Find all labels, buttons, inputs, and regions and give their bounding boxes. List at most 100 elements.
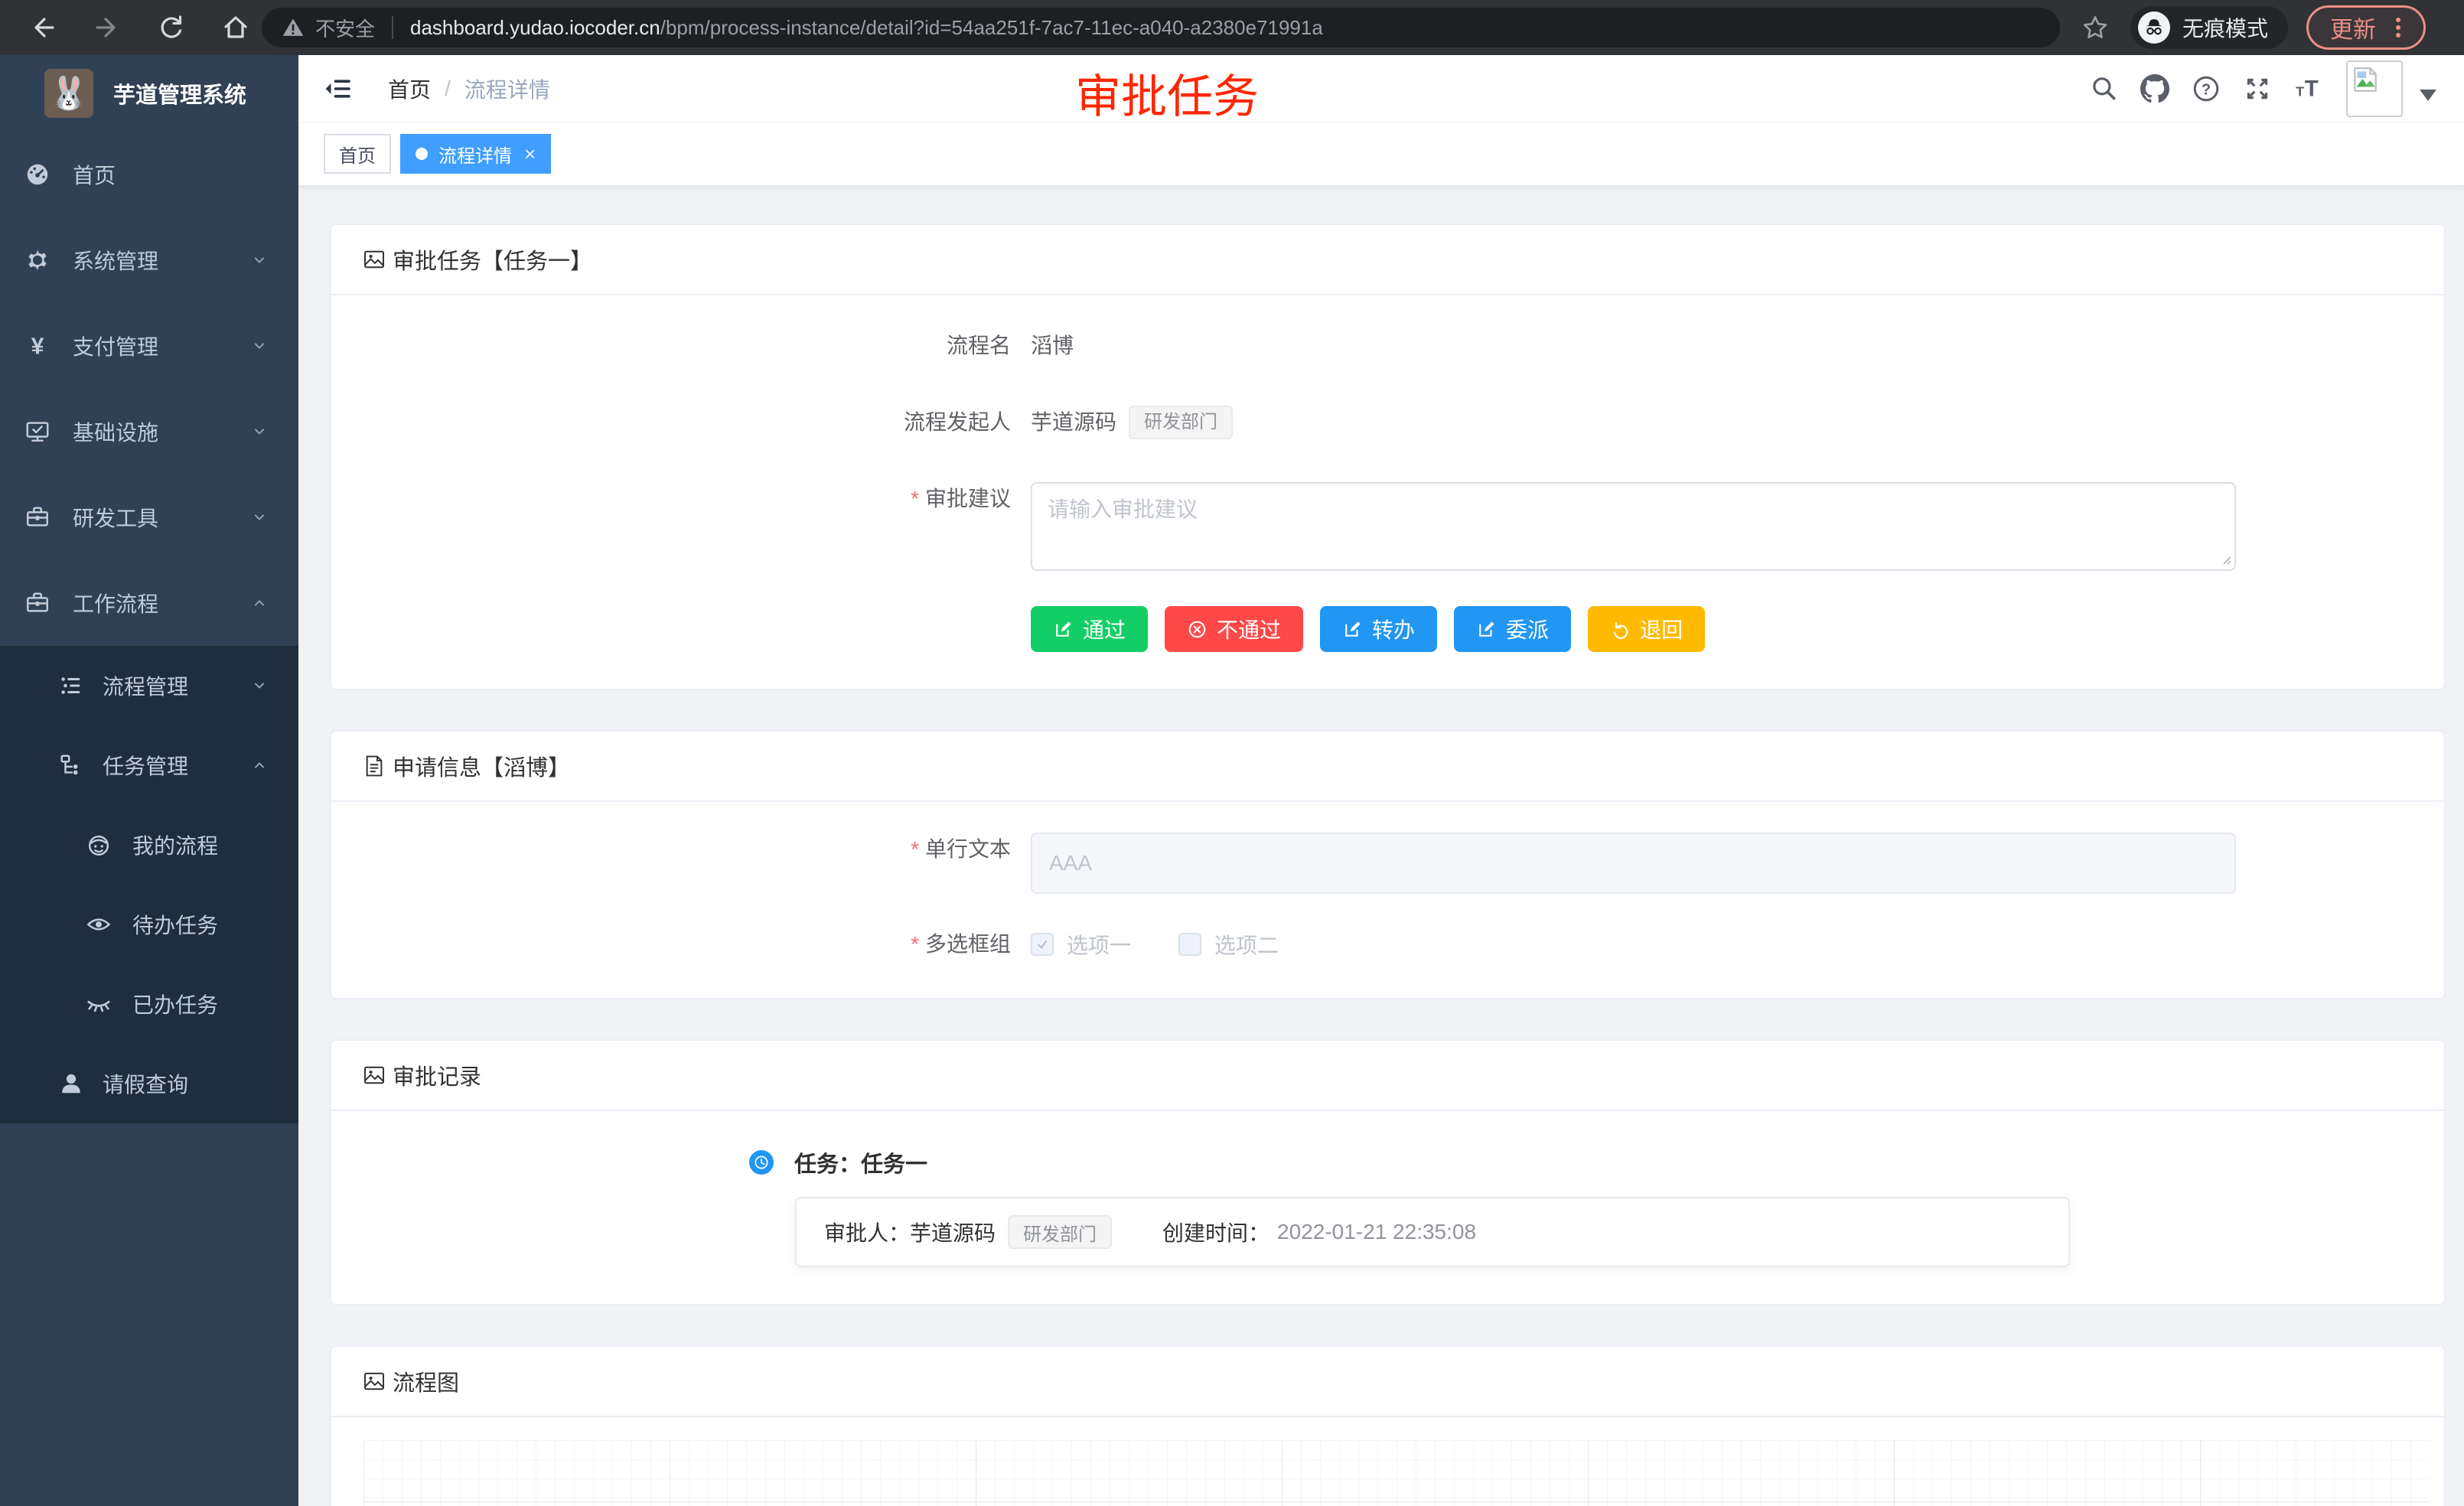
sidebar-item-label: 已办任务 (132, 989, 218, 1019)
org-tree-icon (58, 752, 84, 778)
initiator-label: 流程发起人 (331, 406, 1031, 439)
breadcrumb-home[interactable]: 首页 (388, 73, 431, 104)
checkbox-group: 选项一 选项二 (1031, 927, 1326, 961)
font-size-icon[interactable] (2294, 74, 2323, 103)
approval-record-card-header: 审批记录 (331, 1041, 2444, 1111)
sidebar-item-task-mgmt[interactable]: 任务管理 (0, 725, 298, 805)
document-icon (362, 754, 386, 778)
sidebar-item-home[interactable]: 首页 (0, 132, 298, 217)
sidebar-item-payment[interactable]: 支付管理 (0, 303, 298, 389)
sidebar-item-devtools[interactable]: 研发工具 (0, 474, 298, 560)
sidebar-item-label: 首页 (73, 159, 116, 190)
browser-reload-icon[interactable] (158, 14, 185, 41)
tab-close-icon[interactable]: × (524, 144, 536, 164)
chevron-up-icon (249, 755, 269, 775)
avatar-caret-icon[interactable] (2420, 90, 2436, 101)
sidebar-item-infra[interactable]: 基础设施 (0, 389, 298, 474)
checkbox-label: 选项二 (1214, 929, 1279, 960)
card-title: 流程图 (393, 1365, 459, 1397)
opinion-textarea[interactable] (1031, 482, 2236, 571)
url-path: /bpm/process-instance/detail?id=54aa251f… (660, 16, 1323, 39)
page-url: dashboard.yudao.iocoder.cn/bpm/process-i… (410, 16, 1323, 40)
resize-handle-icon[interactable] (2219, 553, 2231, 565)
flow-chart-card: 流程图 (330, 1345, 2446, 1506)
record-detail-card: 审批人： 芋道源码 研发部门 创建时间： 2022-01-21 22:35:08 (795, 1197, 2070, 1267)
active-tab-dot (416, 148, 428, 160)
checkbox-option-1[interactable]: 选项一 (1031, 929, 1131, 960)
card-title: 申请信息【滔博】 (393, 750, 570, 782)
avatar[interactable] (2346, 60, 2403, 117)
checkbox-label: 选项一 (1067, 929, 1131, 960)
eye-closed-icon (86, 991, 112, 1017)
return-button[interactable]: 退回 (1588, 606, 1705, 652)
approve-button[interactable]: 通过 (1031, 606, 1148, 652)
picture-icon (362, 1063, 386, 1087)
search-icon[interactable] (2089, 74, 2118, 103)
chevron-down-icon (249, 422, 269, 442)
list-tree-icon (58, 673, 84, 699)
reject-button[interactable]: 不通过 (1165, 606, 1303, 652)
page-content: 审批任务【任务一】 流程名 滔博 流程发起人 芋道源码 研发部门 (298, 187, 2464, 1506)
transfer-button[interactable]: 转办 (1320, 606, 1437, 652)
app-logo: 🐰 (44, 69, 93, 118)
browser-toolbar: 不安全 dashboard.yudao.iocoder.cn/bpm/proce… (0, 0, 2464, 55)
delegate-button[interactable]: 委派 (1454, 606, 1571, 652)
tab-process-detail[interactable]: 流程详情 × (400, 134, 551, 174)
sidebar-item-done-tasks[interactable]: 已办任务 (0, 964, 298, 1044)
sidebar-item-label: 系统管理 (73, 245, 158, 275)
sidebar-fold-icon[interactable] (324, 74, 353, 103)
sidebar-item-todo-tasks[interactable]: 待办任务 (0, 885, 298, 964)
dashboard-icon (24, 161, 51, 187)
incognito-label: 无痕模式 (2182, 12, 2268, 43)
required-asterisk: * (911, 487, 919, 510)
initiator-value: 芋道源码 (1031, 406, 1116, 439)
timeline-item: 任务：任务一 (749, 1146, 2444, 1178)
apply-info-card-header: 申请信息【滔博】 (331, 732, 2444, 802)
browser-back-icon[interactable] (29, 14, 57, 41)
url-domain: dashboard.yudao.iocoder.cn (410, 16, 660, 39)
incognito-badge: 无痕模式 (2130, 6, 2288, 49)
sidebar-item-workflow[interactable]: 工作流程 (0, 560, 298, 646)
github-icon[interactable] (2140, 74, 2169, 103)
created-time-value: 2022-01-21 22:35:08 (1277, 1220, 1476, 1244)
single-text-input[interactable] (1031, 833, 2236, 894)
sidebar-item-label: 支付管理 (73, 331, 158, 361)
chevron-down-icon (249, 336, 269, 356)
chevron-down-icon (249, 507, 269, 527)
sidebar-logo-row[interactable]: 🐰 芋道管理系统 (0, 55, 298, 132)
sidebar-item-my-process[interactable]: 我的流程 (0, 805, 298, 885)
sidebar-item-leave-query[interactable]: 请假查询 (0, 1044, 298, 1123)
monitor-icon (24, 419, 51, 445)
sidebar: 🐰 芋道管理系统 首页 系统管理 支付管理 基础设施 研发工具 (0, 55, 298, 1506)
sidebar-item-label: 工作流程 (73, 588, 158, 618)
sidebar-item-process-mgmt[interactable]: 流程管理 (0, 646, 298, 725)
circle-close-icon (1187, 619, 1208, 640)
fullscreen-icon[interactable] (2243, 74, 2272, 103)
sidebar-item-label: 基础设施 (73, 416, 158, 447)
picture-icon (362, 1369, 386, 1394)
browser-menu-icon[interactable] (2388, 16, 2408, 39)
browser-forward-icon[interactable] (93, 14, 121, 41)
address-bar[interactable]: 不安全 dashboard.yudao.iocoder.cn/bpm/proce… (262, 8, 2060, 47)
created-time-label: 创建时间： (1162, 1217, 1269, 1247)
address-divider (392, 16, 393, 39)
timeline-task-title: 任务：任务一 (794, 1146, 927, 1178)
sidebar-item-label: 研发工具 (73, 502, 158, 533)
bpmn-canvas[interactable] (363, 1440, 2430, 1506)
approval-record-card: 审批记录 任务：任务一 审批人： 芋道源码 研发部门 创建时间： 2022-01… (330, 1039, 2446, 1306)
bookmark-star-icon[interactable] (2081, 14, 2109, 41)
help-icon[interactable] (2192, 74, 2221, 103)
sidebar-item-system[interactable]: 系统管理 (0, 217, 298, 303)
gear-icon (24, 247, 51, 273)
checkbox-option-2[interactable]: 选项二 (1178, 929, 1279, 960)
chevron-down-icon (249, 250, 269, 270)
tab-home[interactable]: 首页 (324, 134, 391, 174)
browser-update-button[interactable]: 更新 (2306, 5, 2426, 50)
tab-label: 首页 (339, 141, 376, 168)
sidebar-item-label: 请假查询 (103, 1068, 188, 1099)
browser-home-icon[interactable] (222, 14, 249, 41)
card-title: 审批记录 (393, 1059, 481, 1091)
clock-icon (749, 1150, 774, 1175)
top-navbar: 首页 / 流程详情 审批任务 (298, 55, 2464, 122)
picture-icon (362, 247, 386, 272)
